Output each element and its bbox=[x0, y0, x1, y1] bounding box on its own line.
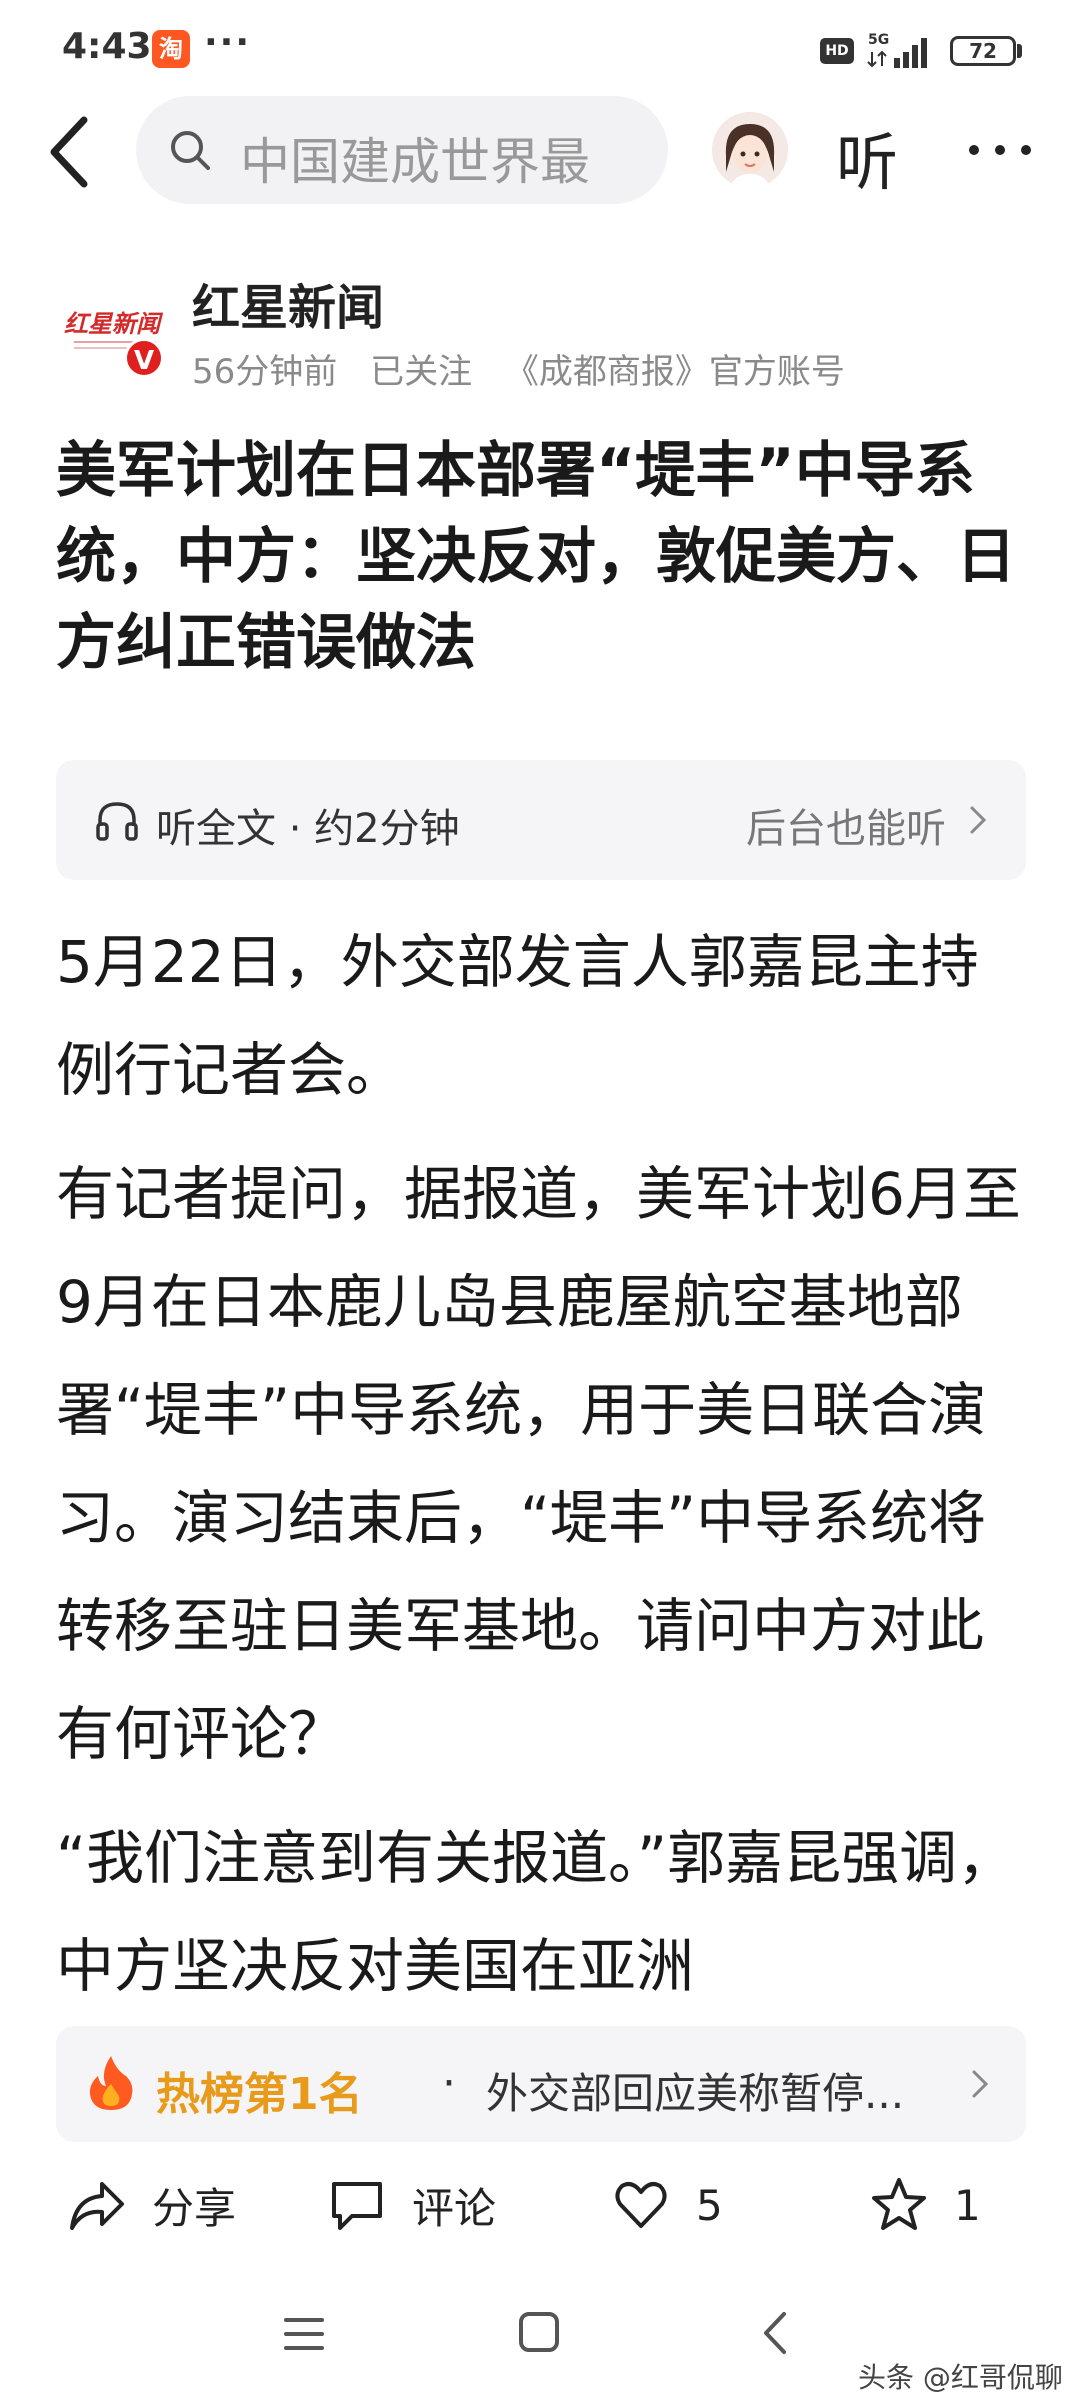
battery-icon: 72 bbox=[950, 36, 1016, 66]
chevron-right-icon bbox=[972, 2070, 989, 2098]
more-icon[interactable] bbox=[960, 120, 1040, 180]
share-button[interactable]: 分享 bbox=[68, 2172, 236, 2238]
avatar-illustration bbox=[712, 112, 788, 188]
share-icon bbox=[70, 2182, 124, 2230]
article-title: 美军计划在日本部署“堤丰”中导系统，中方：坚决反对，敦促美方、日方纠正错误做法 bbox=[56, 436, 1016, 678]
hot-separator: · bbox=[442, 2058, 456, 2109]
hd-icon: HD bbox=[820, 38, 854, 64]
battery-cap bbox=[1017, 44, 1022, 58]
headphone-icon bbox=[96, 802, 138, 841]
heart-icon bbox=[615, 2182, 667, 2228]
share-label: 分享 bbox=[152, 2183, 237, 2233]
article-paragraph: “我们注意到有关报道。”郭嘉昆强调，中方坚决反对美国在亚洲 bbox=[56, 1824, 1016, 2000]
status-time: 4:43 bbox=[62, 26, 152, 67]
comment-icon bbox=[332, 2182, 382, 2230]
star-icon bbox=[872, 2178, 926, 2230]
listen-duration-label: 听全文 · 约2分钟 bbox=[156, 806, 460, 852]
follow-status[interactable]: 已关注 bbox=[370, 352, 472, 392]
back-nav-icon[interactable] bbox=[760, 2310, 790, 2356]
home-nav-icon[interactable] bbox=[516, 2308, 562, 2356]
hot-list-bar[interactable]: 热榜第1名 · 外交部回应美称暂停... bbox=[56, 2026, 1026, 2142]
background-play-label[interactable]: 后台也能听 bbox=[746, 796, 946, 854]
like-button[interactable]: 5 bbox=[612, 2172, 723, 2238]
search-bar[interactable]: 中国建成世界最 bbox=[136, 96, 668, 204]
publish-time: 56分钟前 bbox=[192, 352, 338, 392]
author-name[interactable]: 红星新闻 bbox=[192, 268, 384, 338]
search-placeholder: 中国建成世界最 bbox=[240, 133, 590, 191]
action-bar: 分享 评论 5 1 bbox=[0, 2150, 1080, 2260]
verified-badge: V bbox=[124, 338, 164, 378]
menu-nav-icon[interactable] bbox=[282, 2312, 326, 2356]
search-icon bbox=[171, 131, 210, 170]
signal-5g-icon: 5G bbox=[867, 32, 927, 68]
back-arrow-icon[interactable] bbox=[40, 112, 100, 192]
fire-icon bbox=[89, 2056, 133, 2110]
article-paragraph: 5月22日，外交部发言人郭嘉昆主持例行记者会。 bbox=[56, 928, 979, 1104]
watermark: 头条 @红哥侃聊 bbox=[858, 2361, 1063, 2394]
comment-button[interactable]: 评论 bbox=[328, 2172, 496, 2238]
favorite-button[interactable]: 1 bbox=[870, 2172, 981, 2238]
svg-text:红星新闻: 红星新闻 bbox=[64, 309, 164, 338]
like-count: 5 bbox=[696, 2180, 723, 2230]
comment-label: 评论 bbox=[412, 2183, 497, 2233]
listen-full-text-bar[interactable]: 听全文 · 约2分钟 后台也能听 bbox=[56, 760, 1026, 880]
taobao-app-icon: 淘 bbox=[152, 30, 190, 68]
author-meta: 56分钟前 已关注 《成都商报》官方账号 bbox=[192, 344, 867, 393]
chevron-right-icon bbox=[970, 806, 987, 834]
favorite-count: 1 bbox=[954, 2180, 981, 2230]
article-paragraph: 有记者提问，据报道，美军计划6月至9月在日本鹿儿岛县鹿屋航空基地部署“堤丰”中导… bbox=[56, 1160, 1021, 1768]
hot-news-title[interactable]: 外交部回应美称暂停... bbox=[486, 2060, 966, 2121]
hot-rank-label: 热榜第1名 bbox=[156, 2069, 363, 2120]
network-type: 5G bbox=[868, 32, 889, 48]
status-bar: 4:43 淘 ··· HD 5G 72 bbox=[0, 0, 1080, 90]
author-description: 《成都商报》官方账号 bbox=[504, 352, 845, 392]
avatar[interactable] bbox=[712, 112, 788, 188]
listen-button[interactable]: 听 bbox=[836, 112, 898, 202]
article-body: 5月22日，外交部发言人郭嘉昆主持例行记者会。 有记者提问，据报道，美军计划6月… bbox=[56, 908, 1036, 2020]
notification-more-icon: ··· bbox=[204, 22, 252, 63]
